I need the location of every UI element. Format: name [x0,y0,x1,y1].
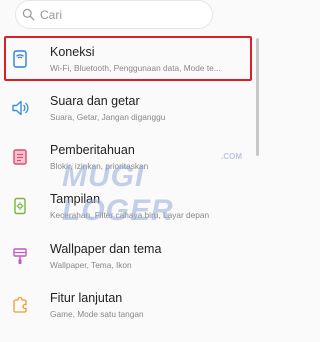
display-icon [10,195,30,217]
settings-item-connections[interactable]: Koneksi Wi-Fi, Bluetooth, Penggunaan dat… [0,35,261,83]
scrollbar[interactable] [256,38,259,156]
settings-item-notifications[interactable]: Pemberitahuan Blokir, izinkan, prioritas… [0,133,261,181]
settings-item-title: Wallpaper dan tema [50,241,162,256]
settings-screen: Cari Koneksi Wi-Fi, Bluetooth, Penggunaa… [0,0,261,342]
settings-item-subtitle: Wi-Fi, Bluetooth, Penggunaan data, Mode … [50,62,221,73]
search-icon [22,8,35,21]
settings-item-title: Suara dan getar [50,93,140,108]
wallpaper-icon [10,245,30,267]
settings-item-title: Pemberitahuan [50,142,135,157]
settings-item-subtitle: Wallpaper, Tema, Ikon [50,259,132,270]
advanced-features-icon [10,294,30,316]
settings-item-subtitle: Suara, Getar, Jangan diganggu [50,111,166,122]
settings-item-advanced-features[interactable]: Fitur lanjutan Game, Mode satu tangan [0,281,261,329]
settings-item-display[interactable]: Tampilan Kecerahan, Filter cahaya biru, … [0,182,261,230]
settings-item-subtitle: Kecerahan, Filter cahaya biru, Layar dep… [50,209,210,220]
settings-item-subtitle: Blokir, izinkan, prioritaskan [50,160,149,171]
notifications-icon [10,146,30,168]
settings-item-wallpaper[interactable]: Wallpaper dan tema Wallpaper, Tema, Ikon [0,232,261,280]
settings-item-subtitle: Game, Mode satu tangan [50,308,144,319]
sound-icon [10,97,30,119]
settings-item-title: Tampilan [50,191,101,206]
settings-item-sound[interactable]: Suara dan getar Suara, Getar, Jangan dig… [0,84,261,132]
search-bar[interactable]: Cari [15,0,213,29]
settings-item-title: Koneksi [50,44,95,59]
settings-item-title: Fitur lanjutan [50,290,123,305]
connections-icon [10,48,30,70]
search-placeholder: Cari [40,7,63,22]
